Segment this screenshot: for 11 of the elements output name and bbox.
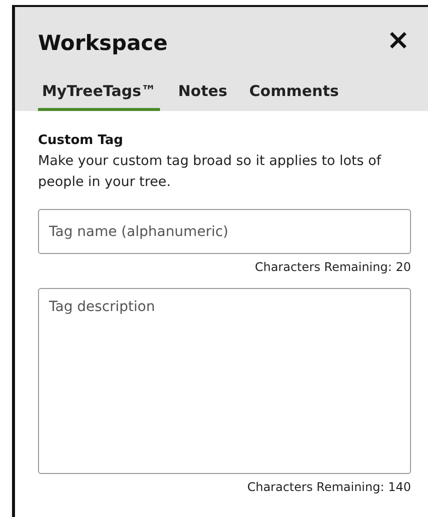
tab[interactable]: Notes xyxy=(174,73,232,111)
close-button[interactable]: × xyxy=(382,26,414,54)
tab[interactable]: Comments xyxy=(245,73,343,111)
input-field[interactable]: Tag name (alphanumeric) xyxy=(38,209,411,254)
section-description: Make your custom tag broad so it applies to lots of people in your tree. xyxy=(38,152,382,192)
text-area[interactable]: Tag description xyxy=(38,288,411,474)
section-title: Custom Tag xyxy=(38,133,124,148)
character-counter: Characters Remaining: 20 xyxy=(254,260,411,274)
window-title: Workspace xyxy=(38,30,168,55)
character-counter: Characters Remaining: 140 xyxy=(246,480,411,494)
tab[interactable]: MyTreeTags™ xyxy=(38,73,160,111)
